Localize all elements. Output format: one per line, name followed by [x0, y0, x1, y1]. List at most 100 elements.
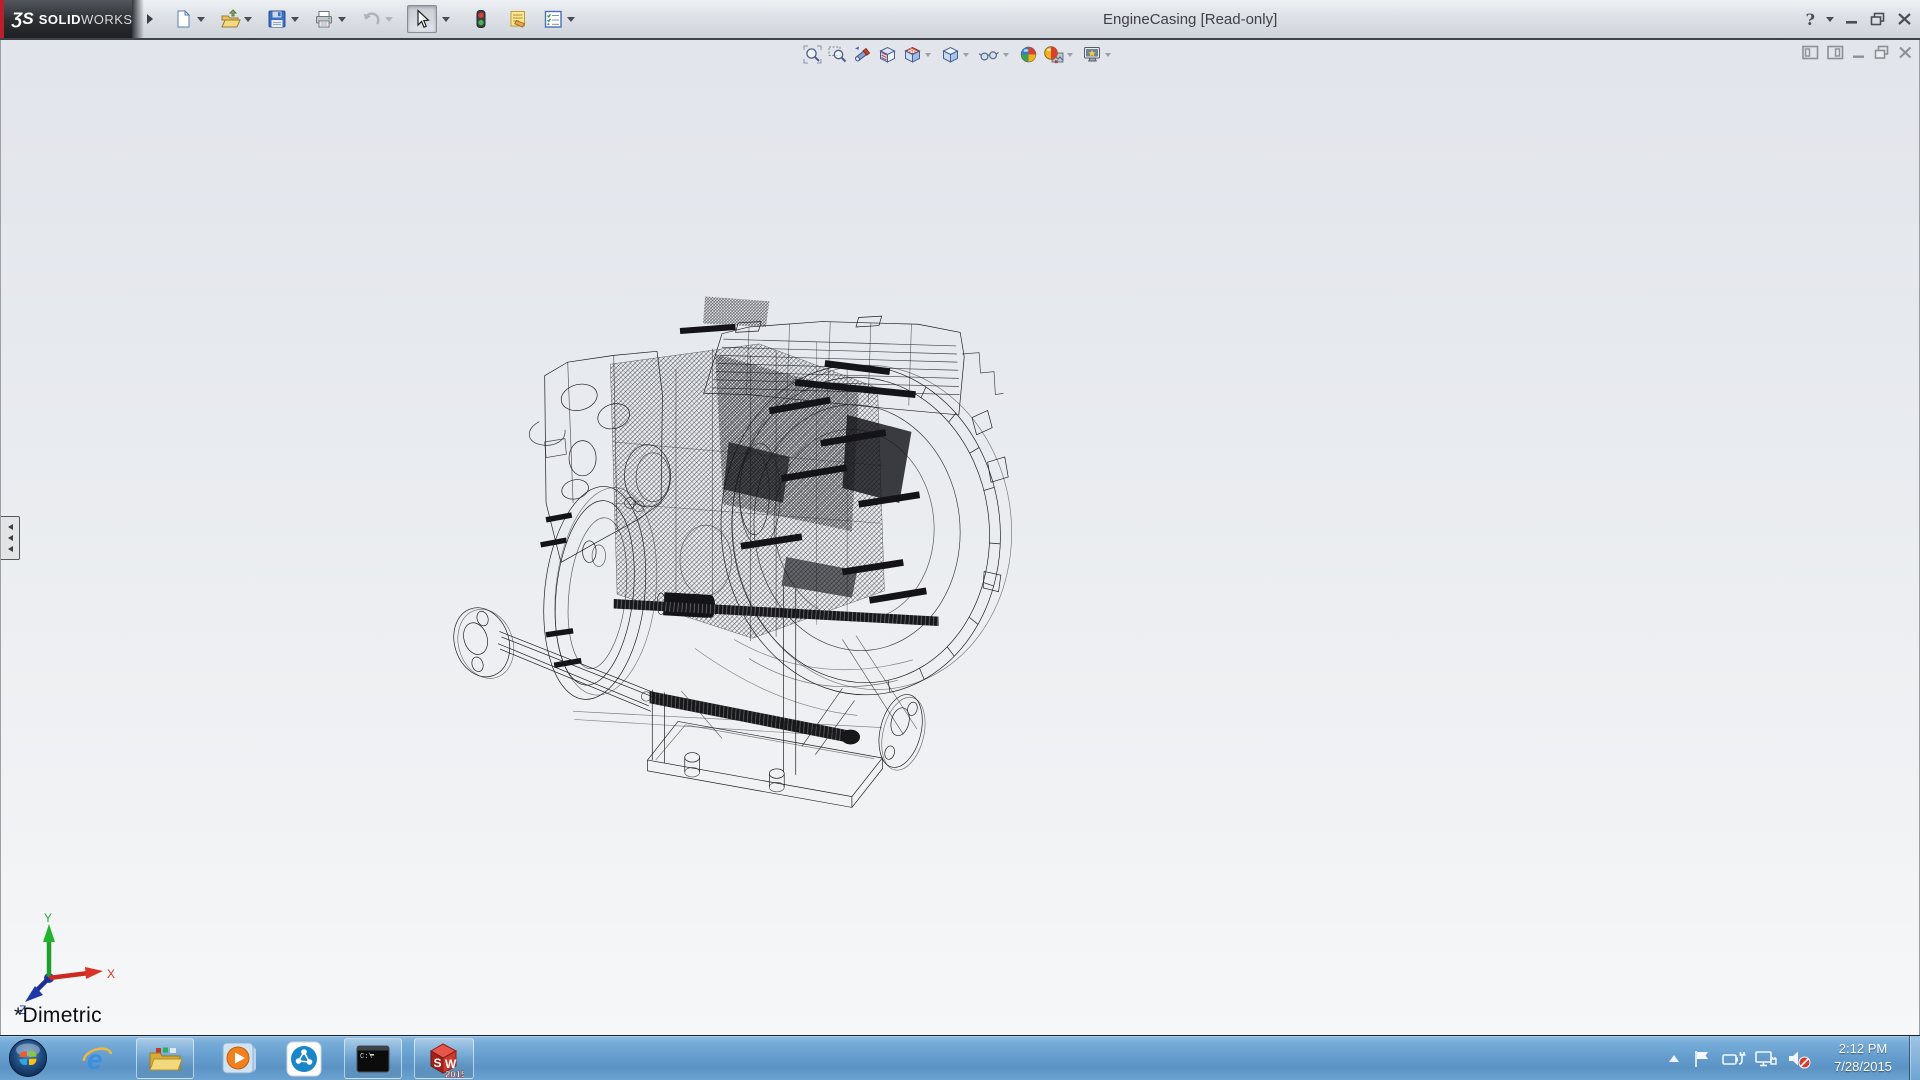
feature-tree-collapse-handle[interactable] — [1, 516, 20, 560]
main-toolbar — [170, 3, 587, 35]
edit-appearance-button[interactable] — [1017, 43, 1040, 66]
logo-fade — [132, 0, 144, 38]
command-prompt-icon: C:\ — [356, 1045, 390, 1073]
doc-restore-button[interactable] — [1874, 45, 1890, 60]
print-icon — [313, 8, 335, 30]
app-restore-button[interactable] — [1870, 12, 1886, 26]
file-properties-button[interactable] — [505, 6, 531, 32]
doc-close-button[interactable] — [1898, 45, 1913, 60]
network-display-icon[interactable] — [1754, 1049, 1780, 1069]
view-settings-button[interactable] — [1081, 43, 1117, 66]
previous-view-button[interactable] — [851, 43, 874, 66]
zoom-to-area-button[interactable] — [826, 43, 849, 66]
appearance-sphere-icon — [1018, 44, 1039, 65]
rebuild-button[interactable] — [468, 6, 494, 32]
document-window-controls — [1802, 45, 1913, 60]
dropdown-caret[interactable] — [567, 17, 575, 22]
view-settings-icon — [1082, 44, 1103, 65]
power-plug-icon[interactable] — [1721, 1049, 1747, 1069]
dropdown-caret[interactable] — [1003, 53, 1009, 57]
graphics-area[interactable]: Y X Z *Dimetric — [0, 40, 1920, 1035]
apply-scene-button[interactable] — [1042, 43, 1079, 66]
glasses-icon — [978, 44, 1001, 65]
heads-up-toolbar — [801, 43, 1119, 66]
windows-explorer-button[interactable] — [136, 1038, 194, 1079]
dropdown-caret[interactable] — [197, 17, 205, 22]
view-orientation-label: *Dimetric — [14, 1004, 102, 1028]
triad-y-label: Y — [44, 912, 52, 925]
dropdown-caret[interactable] — [385, 17, 393, 22]
app-window-controls: ? — [1806, 0, 1912, 38]
dropdown-caret[interactable] — [1067, 53, 1073, 57]
split-pane-left-icon[interactable] — [1802, 45, 1819, 60]
help-caret[interactable] — [1826, 17, 1834, 22]
dropdown-caret[interactable] — [442, 17, 450, 22]
open-button[interactable] — [217, 6, 261, 32]
save-icon — [266, 8, 288, 30]
dropdown-caret[interactable] — [963, 53, 969, 57]
internet-explorer-icon[interactable]: e — [80, 1042, 114, 1076]
solidworks-screen: ƷS SOLIDWORKS — [0, 0, 1920, 1080]
zoom-to-fit-icon — [802, 44, 823, 65]
select-cursor-icon — [412, 8, 432, 30]
collapse-arrow-icon — [8, 524, 13, 530]
options-button[interactable] — [540, 6, 584, 32]
previous-view-icon — [852, 44, 873, 65]
clock-time: 2:12 PM — [1822, 1040, 1904, 1058]
dropdown-caret[interactable] — [1105, 53, 1111, 57]
select-tool-button[interactable] — [407, 5, 437, 33]
options-list-icon — [542, 8, 564, 30]
model-canvas[interactable] — [431, 250, 1331, 1040]
save-button[interactable] — [264, 6, 308, 32]
volume-muted-icon[interactable] — [1787, 1048, 1813, 1070]
solidworks-app-icon: S W 2015 — [424, 1040, 464, 1078]
triad-x-label: X — [107, 967, 115, 981]
action-center-flag-icon[interactable] — [1692, 1049, 1712, 1069]
3ds-logo-glyph: ƷS — [12, 9, 34, 29]
ie-glyph: e — [87, 1044, 103, 1075]
show-desktop-button[interactable] — [1909, 1036, 1920, 1080]
new-document-button[interactable] — [170, 6, 214, 32]
section-view-button[interactable] — [876, 43, 899, 66]
system-tray — [1666, 1036, 1817, 1080]
dropdown-caret[interactable] — [338, 17, 346, 22]
show-hidden-icons-button[interactable] — [1666, 1053, 1682, 1065]
start-button[interactable] — [8, 1038, 48, 1078]
zoom-to-fit-button[interactable] — [801, 43, 824, 66]
open-icon — [219, 8, 241, 30]
doc-minimize-button[interactable] — [1852, 45, 1866, 60]
engine-casing-wireframe — [431, 250, 1331, 1040]
hide-show-items-button[interactable] — [977, 43, 1015, 66]
solidworks-taskbar-button[interactable]: S W 2015 — [414, 1038, 474, 1079]
view-orientation-button[interactable] — [901, 43, 937, 66]
section-view-icon — [877, 44, 898, 65]
dropdown-caret[interactable] — [925, 53, 931, 57]
app-close-button[interactable] — [1897, 12, 1912, 26]
select-tool-flyout[interactable] — [439, 15, 459, 24]
dropdown-caret[interactable] — [291, 17, 299, 22]
app-minimize-button[interactable] — [1845, 12, 1859, 26]
undo-button[interactable] — [358, 6, 402, 32]
solidworks-logo: ƷS SOLIDWORKS — [4, 0, 132, 38]
network-app-icon[interactable] — [286, 1041, 322, 1077]
taskbar: e C:\ — [0, 1035, 1920, 1080]
undo-icon — [360, 8, 382, 30]
help-button[interactable]: ? — [1806, 10, 1815, 29]
rebuild-traffic-light-icon — [470, 8, 492, 30]
display-style-icon — [940, 44, 961, 65]
taskbar-clock[interactable]: 2:12 PM 7/28/2015 — [1822, 1040, 1904, 1076]
menu-flyout-arrow[interactable] — [147, 14, 153, 24]
windows-media-player-icon[interactable] — [222, 1042, 256, 1076]
split-pane-right-icon[interactable] — [1827, 45, 1844, 60]
file-properties-icon — [507, 8, 529, 30]
dropdown-caret[interactable] — [244, 17, 252, 22]
collapse-arrow-icon — [8, 546, 13, 552]
title-bar: ƷS SOLIDWORKS — [0, 0, 1920, 38]
sw-year-badge: 2015 — [445, 1069, 464, 1078]
command-prompt-button[interactable]: C:\ — [344, 1038, 402, 1079]
display-style-button[interactable] — [939, 43, 975, 66]
clock-date: 7/28/2015 — [1822, 1058, 1904, 1076]
print-button[interactable] — [311, 6, 355, 32]
sw-letter-s: S — [434, 1056, 442, 1070]
window-title: EngineCasing [Read-only] — [1103, 11, 1277, 28]
